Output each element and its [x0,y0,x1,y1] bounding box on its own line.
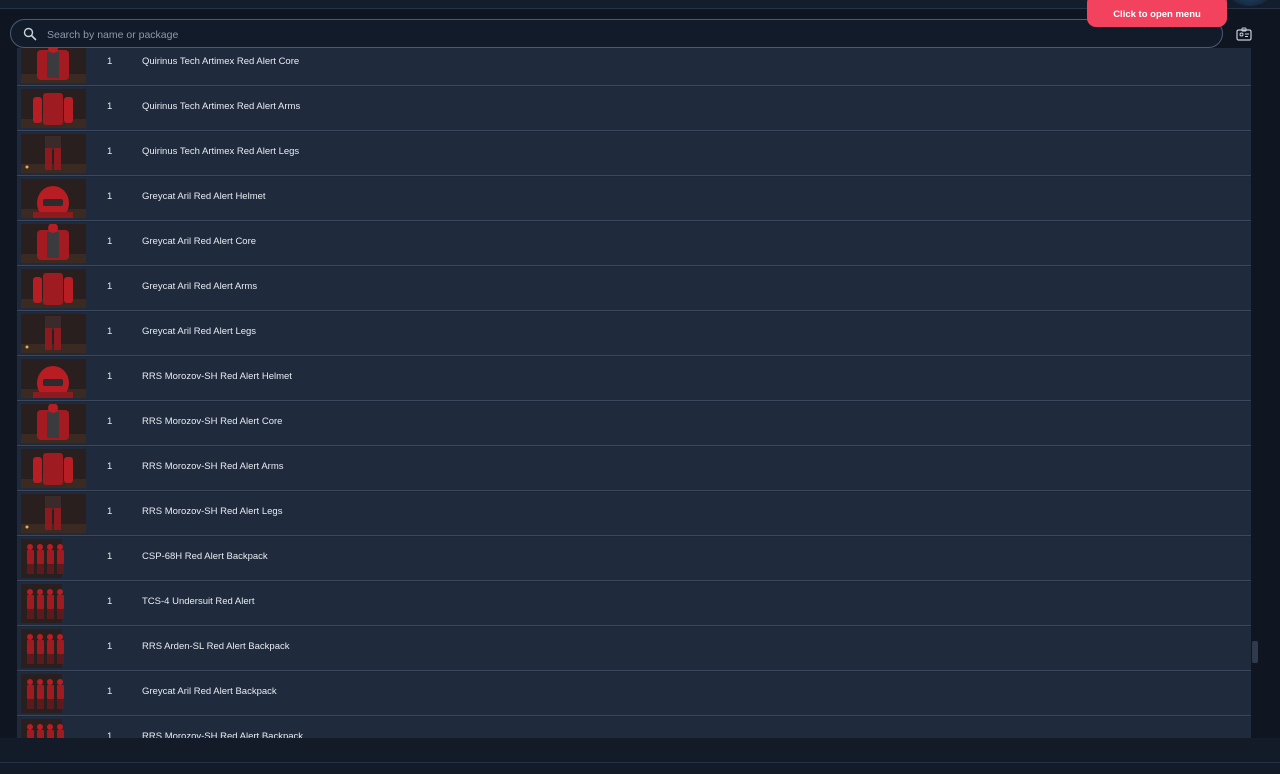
item-quantity: 1 [107,146,113,157]
item-thumbnail [21,629,86,668]
search-input[interactable] [45,24,1209,46]
item-thumbnail [21,674,86,713]
scrollbar-thumb[interactable] [1252,641,1258,663]
item-name: Quirinus Tech Artimex Red Alert Arms [142,101,301,112]
list-item[interactable]: 1 RRS Morozov-SH Red Alert Core [17,402,1251,446]
item-name: RRS Morozov-SH Red Alert Backpack [142,731,304,738]
list-item[interactable]: 1 Quirinus Tech Artimex Red Alert Arms [17,87,1251,131]
item-quantity: 1 [107,461,113,472]
list-item[interactable]: 1 Greycat Aril Red Alert Backpack [17,672,1251,716]
item-name: RRS Morozov-SH Red Alert Arms [142,461,284,472]
search-icon [23,27,37,41]
list-item[interactable]: 1 TCS-4 Undersuit Red Alert [17,582,1251,626]
bottom-bar [0,738,1280,774]
list-item[interactable]: 1 CSP-68H Red Alert Backpack [17,537,1251,581]
item-name: RRS Morozov-SH Red Alert Helmet [142,371,292,382]
item-name: RRS Morozov-SH Red Alert Legs [142,506,283,517]
item-name: RRS Arden-SL Red Alert Backpack [142,641,290,652]
open-menu-button[interactable]: Click to open menu [1087,0,1227,27]
list-item[interactable]: 1 Quirinus Tech Artimex Red Alert Core [17,48,1251,86]
divider [0,762,1280,763]
item-name: Quirinus Tech Artimex Red Alert Core [142,56,300,67]
item-thumbnail [21,719,86,738]
item-thumbnail [21,269,86,308]
item-quantity: 1 [107,506,113,517]
id-card-icon[interactable] [1236,27,1252,41]
list-item[interactable]: 1 Greycat Aril Red Alert Legs [17,312,1251,356]
item-thumbnail [21,179,86,218]
list-item[interactable]: 1 Greycat Aril Red Alert Helmet [17,177,1251,221]
app-page: Click to open menu 1 Quirinus Tech Artime… [0,0,1280,774]
item-name: Greycat Aril Red Alert Backpack [142,686,277,697]
item-name: Quirinus Tech Artimex Red Alert Legs [142,146,300,157]
item-name: Greycat Aril Red Alert Helmet [142,191,266,202]
item-thumbnail [21,359,86,398]
item-thumbnail [21,48,86,83]
item-quantity: 1 [107,686,113,697]
item-name: RRS Morozov-SH Red Alert Core [142,416,283,427]
item-thumbnail [21,584,86,623]
item-quantity: 1 [107,416,113,427]
list-item[interactable]: 1 Greycat Aril Red Alert Arms [17,267,1251,311]
item-quantity: 1 [107,551,113,562]
item-quantity: 1 [107,641,113,652]
item-thumbnail [21,449,86,488]
item-list[interactable]: 1 Quirinus Tech Artimex Red Alert Core 1 Qu… [17,48,1251,738]
list-item[interactable]: 1 RRS Morozov-SH Red Alert Arms [17,447,1251,491]
item-quantity: 1 [107,731,113,738]
item-name: Greycat Aril Red Alert Core [142,236,257,247]
list-item[interactable]: 1 Quirinus Tech Artimex Red Alert Legs [17,132,1251,176]
list-item[interactable]: 1 RRS Morozov-SH Red Alert Legs [17,492,1251,536]
item-quantity: 1 [107,326,113,337]
item-quantity: 1 [107,191,113,202]
list-item[interactable]: 1 RRS Arden-SL Red Alert Backpack [17,627,1251,671]
item-quantity: 1 [107,281,113,292]
item-name: Greycat Aril Red Alert Legs [142,326,257,337]
item-thumbnail [21,134,86,173]
list-item[interactable]: 1 Greycat Aril Red Alert Core [17,222,1251,266]
item-name: Greycat Aril Red Alert Arms [142,281,258,292]
item-thumbnail [21,89,86,128]
list-item[interactable]: 1 RRS Morozov-SH Red Alert Backpack [17,717,1251,738]
search-bar[interactable] [10,19,1223,48]
item-quantity: 1 [107,56,113,67]
item-name: CSP-68H Red Alert Backpack [142,551,268,562]
item-thumbnail [21,539,86,578]
item-quantity: 1 [107,101,113,112]
list-item[interactable]: 1 RRS Morozov-SH Red Alert Helmet [17,357,1251,401]
item-quantity: 1 [107,371,113,382]
item-thumbnail [21,224,86,263]
item-thumbnail [21,404,86,443]
item-name: TCS-4 Undersuit Red Alert [142,596,255,607]
item-quantity: 1 [107,596,113,607]
item-quantity: 1 [107,236,113,247]
item-thumbnail [21,314,86,353]
item-thumbnail [21,494,86,533]
